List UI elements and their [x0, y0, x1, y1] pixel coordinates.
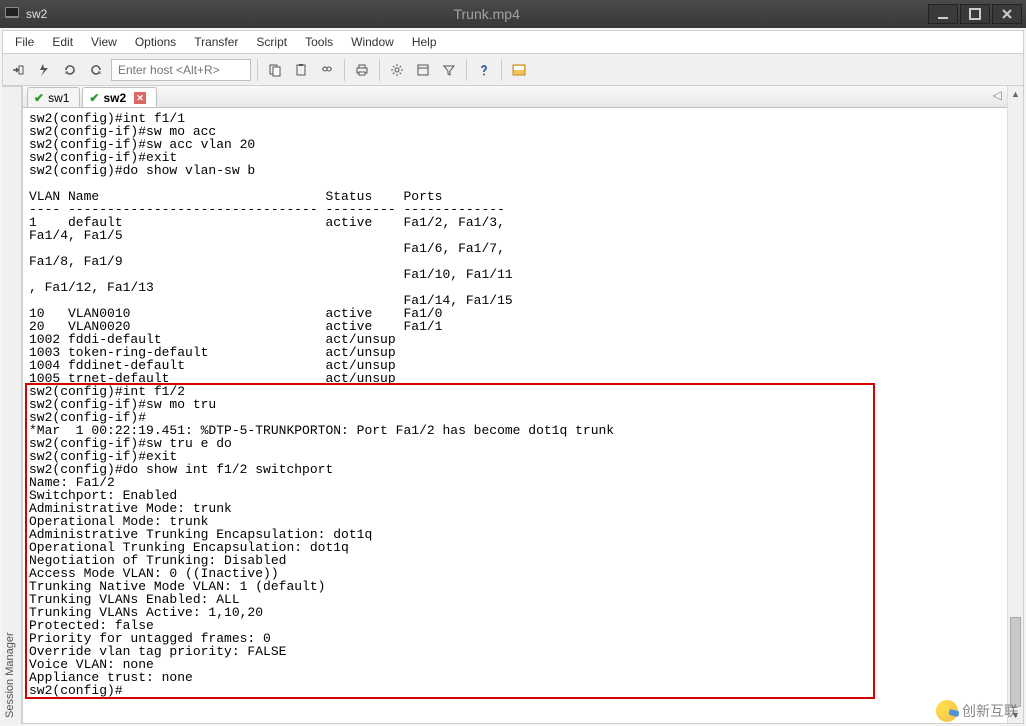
- window-secondary-title: Trunk.mp4: [453, 6, 519, 22]
- toolbar: [2, 54, 1024, 86]
- print-icon[interactable]: [351, 59, 373, 81]
- minimize-button[interactable]: [928, 4, 958, 24]
- tab-label: sw2: [103, 91, 126, 105]
- menu-tools[interactable]: Tools: [297, 33, 341, 51]
- menu-transfer[interactable]: Transfer: [186, 33, 246, 51]
- tab-sw2[interactable]: ✔ sw2 ✕: [82, 87, 157, 107]
- session-manager-tab[interactable]: Session Manager: [2, 86, 22, 724]
- window-titlebar: sw2 Trunk.mp4: [0, 0, 1026, 28]
- toolbar-separator: [257, 59, 258, 81]
- menu-edit[interactable]: Edit: [44, 33, 81, 51]
- find-icon[interactable]: [316, 59, 338, 81]
- menu-options[interactable]: Options: [127, 33, 184, 51]
- watermark: 创新互联: [936, 700, 1018, 722]
- close-button[interactable]: [992, 4, 1022, 24]
- menubar: File Edit View Options Transfer Script T…: [2, 30, 1024, 54]
- scroll-up-icon[interactable]: ▲: [1008, 86, 1023, 102]
- settings-icon[interactable]: [386, 59, 408, 81]
- help-icon[interactable]: [473, 59, 495, 81]
- watermark-logo-icon: [936, 700, 958, 722]
- disconnect-icon[interactable]: [85, 59, 107, 81]
- tab-sw1[interactable]: ✔ sw1: [27, 87, 80, 107]
- session-options-icon[interactable]: [412, 59, 434, 81]
- connect-icon[interactable]: [7, 59, 29, 81]
- host-input[interactable]: [111, 59, 251, 81]
- prev-tab-icon[interactable]: ◁: [993, 88, 1002, 102]
- menu-file[interactable]: File: [7, 33, 42, 51]
- session-tabbar: ✔ sw1 ✔ sw2 ✕ ◁ ▷: [23, 86, 1023, 108]
- check-icon: ✔: [34, 91, 44, 105]
- paste-icon[interactable]: [290, 59, 312, 81]
- app-icon-small[interactable]: [508, 59, 530, 81]
- filter-icon[interactable]: [438, 59, 460, 81]
- toolbar-separator: [344, 59, 345, 81]
- app-icon: [4, 5, 20, 24]
- reconnect-icon[interactable]: [59, 59, 81, 81]
- terminal-output[interactable]: sw2(config)#int f1/1 sw2(config-if)#sw m…: [23, 108, 1023, 723]
- scroll-thumb[interactable]: [1010, 617, 1021, 707]
- toolbar-separator: [501, 59, 502, 81]
- toolbar-separator: [466, 59, 467, 81]
- menu-help[interactable]: Help: [404, 33, 445, 51]
- quick-connect-icon[interactable]: [33, 59, 55, 81]
- menu-view[interactable]: View: [83, 33, 125, 51]
- menu-window[interactable]: Window: [343, 33, 402, 51]
- window-title: sw2: [26, 7, 47, 21]
- check-icon: ✔: [89, 91, 99, 105]
- toolbar-separator: [379, 59, 380, 81]
- vertical-scrollbar[interactable]: ▲ ▼: [1007, 86, 1023, 723]
- tab-label: sw1: [48, 91, 69, 105]
- close-tab-icon[interactable]: ✕: [134, 92, 146, 104]
- maximize-button[interactable]: [960, 4, 990, 24]
- watermark-text: 创新互联: [962, 701, 1018, 721]
- copy-icon[interactable]: [264, 59, 286, 81]
- menu-script[interactable]: Script: [248, 33, 295, 51]
